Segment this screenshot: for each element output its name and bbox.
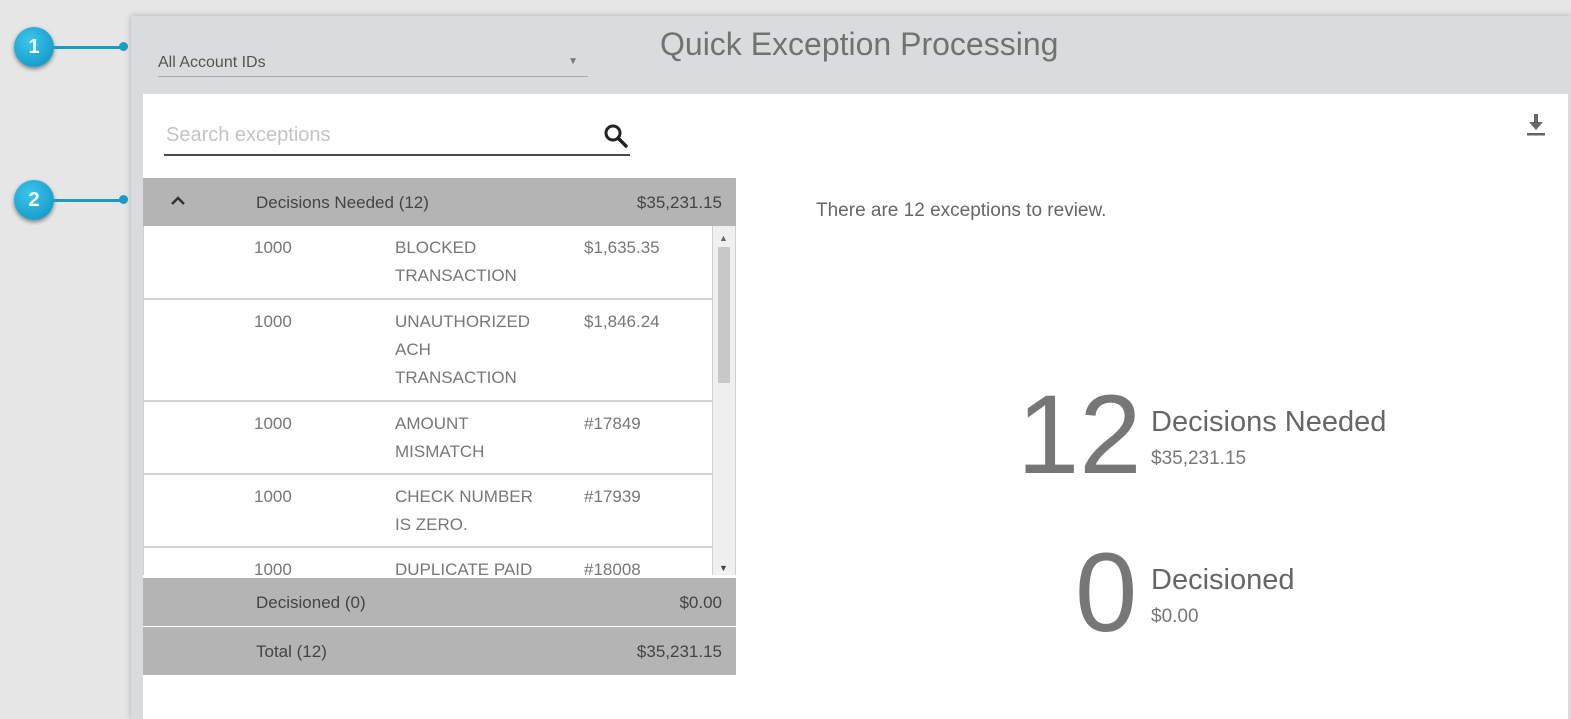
exception-description: CHECK NUMBER IS ZERO. bbox=[395, 487, 533, 534]
exception-row[interactable]: 1000 CHECK NUMBER IS ZERO. #17939 bbox=[144, 475, 713, 548]
exception-description: AMOUNT MISMATCH bbox=[395, 414, 485, 461]
callout-badge-1: 1 bbox=[14, 27, 54, 67]
decisions-needed-label: Decisions Needed (12) bbox=[256, 193, 429, 212]
decisioned-label: Decisioned (0) bbox=[256, 593, 366, 612]
exception-description: DUPLICATE PAID bbox=[395, 560, 533, 575]
page-title: Quick Exception Processing bbox=[660, 26, 1059, 62]
exceptions-rows: 1000 BLOCKED TRANSACTION $1,635.35 1000 … bbox=[143, 226, 713, 575]
callout-anchor-1 bbox=[119, 42, 128, 51]
account-id-dropdown[interactable]: All Account IDs ▼ bbox=[158, 30, 588, 77]
exception-row[interactable]: 1000 DUPLICATE PAID #18008 bbox=[144, 548, 713, 575]
account-id-dropdown-value: All Account IDs bbox=[158, 54, 266, 71]
callout-connector-1 bbox=[52, 46, 123, 49]
exception-amount: #17939 bbox=[584, 487, 641, 506]
main-content: Decisions Needed (12) $35,231.15 1000 BL… bbox=[143, 94, 1568, 719]
decisioned-title: Decisioned bbox=[1151, 564, 1295, 596]
caret-down-icon: ▼ bbox=[568, 56, 578, 67]
callout-badge-2: 2 bbox=[14, 180, 54, 220]
exception-amount: $1,635.35 bbox=[584, 238, 660, 257]
exception-description: UNAUTHORIZED ACH TRANSACTION bbox=[395, 312, 531, 387]
decisions-needed-count: 12 bbox=[1017, 372, 1142, 497]
total-amount: $35,231.15 bbox=[636, 642, 722, 661]
decisions-needed-amount: $35,231.15 bbox=[636, 193, 722, 212]
decisioned-amount: $0.00 bbox=[679, 593, 722, 612]
exception-row[interactable]: 1000 UNAUTHORIZED ACH TRANSACTION $1,846… bbox=[144, 300, 713, 402]
decisions-needed-header[interactable]: Decisions Needed (12) $35,231.15 bbox=[143, 178, 736, 226]
exception-row[interactable]: 1000 BLOCKED TRANSACTION $1,635.35 bbox=[144, 226, 713, 300]
exception-description: BLOCKED TRANSACTION bbox=[395, 238, 517, 285]
list-scrollbar[interactable]: ▲ ▼ bbox=[712, 226, 736, 575]
search-input[interactable] bbox=[164, 120, 588, 150]
scroll-down-arrow[interactable]: ▼ bbox=[719, 563, 728, 573]
decisioned-row[interactable]: Decisioned (0) $0.00 bbox=[143, 578, 736, 626]
exceptions-panel: Decisions Needed (12) $35,231.15 1000 BL… bbox=[143, 178, 736, 675]
download-icon[interactable] bbox=[1524, 112, 1548, 138]
callout-number: 1 bbox=[28, 35, 40, 58]
exception-amount: #18008 bbox=[584, 560, 641, 575]
callout-connector-2 bbox=[52, 199, 123, 202]
decisioned-total: $0.00 bbox=[1151, 606, 1199, 627]
exception-account: 1000 bbox=[254, 560, 292, 575]
decisions-needed-title: Decisions Needed bbox=[1151, 406, 1387, 438]
exception-account: 1000 bbox=[254, 487, 292, 506]
total-row[interactable]: Total (12) $35,231.15 bbox=[143, 627, 736, 675]
decisions-needed-total: $35,231.15 bbox=[1151, 448, 1247, 469]
app-window: All Account IDs ▼ Quick Exception Proces… bbox=[131, 16, 1571, 719]
exception-amount: $1,846.24 bbox=[584, 312, 660, 331]
exception-account: 1000 bbox=[254, 312, 292, 331]
chevron-up-icon[interactable] bbox=[169, 192, 187, 210]
exception-amount: #17849 bbox=[584, 414, 641, 433]
exception-account: 1000 bbox=[254, 414, 292, 433]
callout-number: 2 bbox=[28, 188, 40, 211]
exception-row[interactable]: 1000 AMOUNT MISMATCH #17849 bbox=[144, 402, 713, 475]
search-icon[interactable] bbox=[602, 122, 630, 150]
scroll-up-arrow[interactable]: ▲ bbox=[719, 233, 728, 243]
exceptions-list: 1000 BLOCKED TRANSACTION $1,635.35 1000 … bbox=[143, 226, 736, 575]
callout-anchor-2 bbox=[119, 195, 128, 204]
search-bar bbox=[164, 108, 630, 156]
exception-account: 1000 bbox=[254, 238, 292, 257]
review-message: There are 12 exceptions to review. bbox=[816, 200, 1107, 221]
decisioned-count: 0 bbox=[1075, 530, 1138, 655]
scrollbar-thumb[interactable] bbox=[718, 247, 730, 383]
total-label: Total (12) bbox=[256, 642, 327, 661]
